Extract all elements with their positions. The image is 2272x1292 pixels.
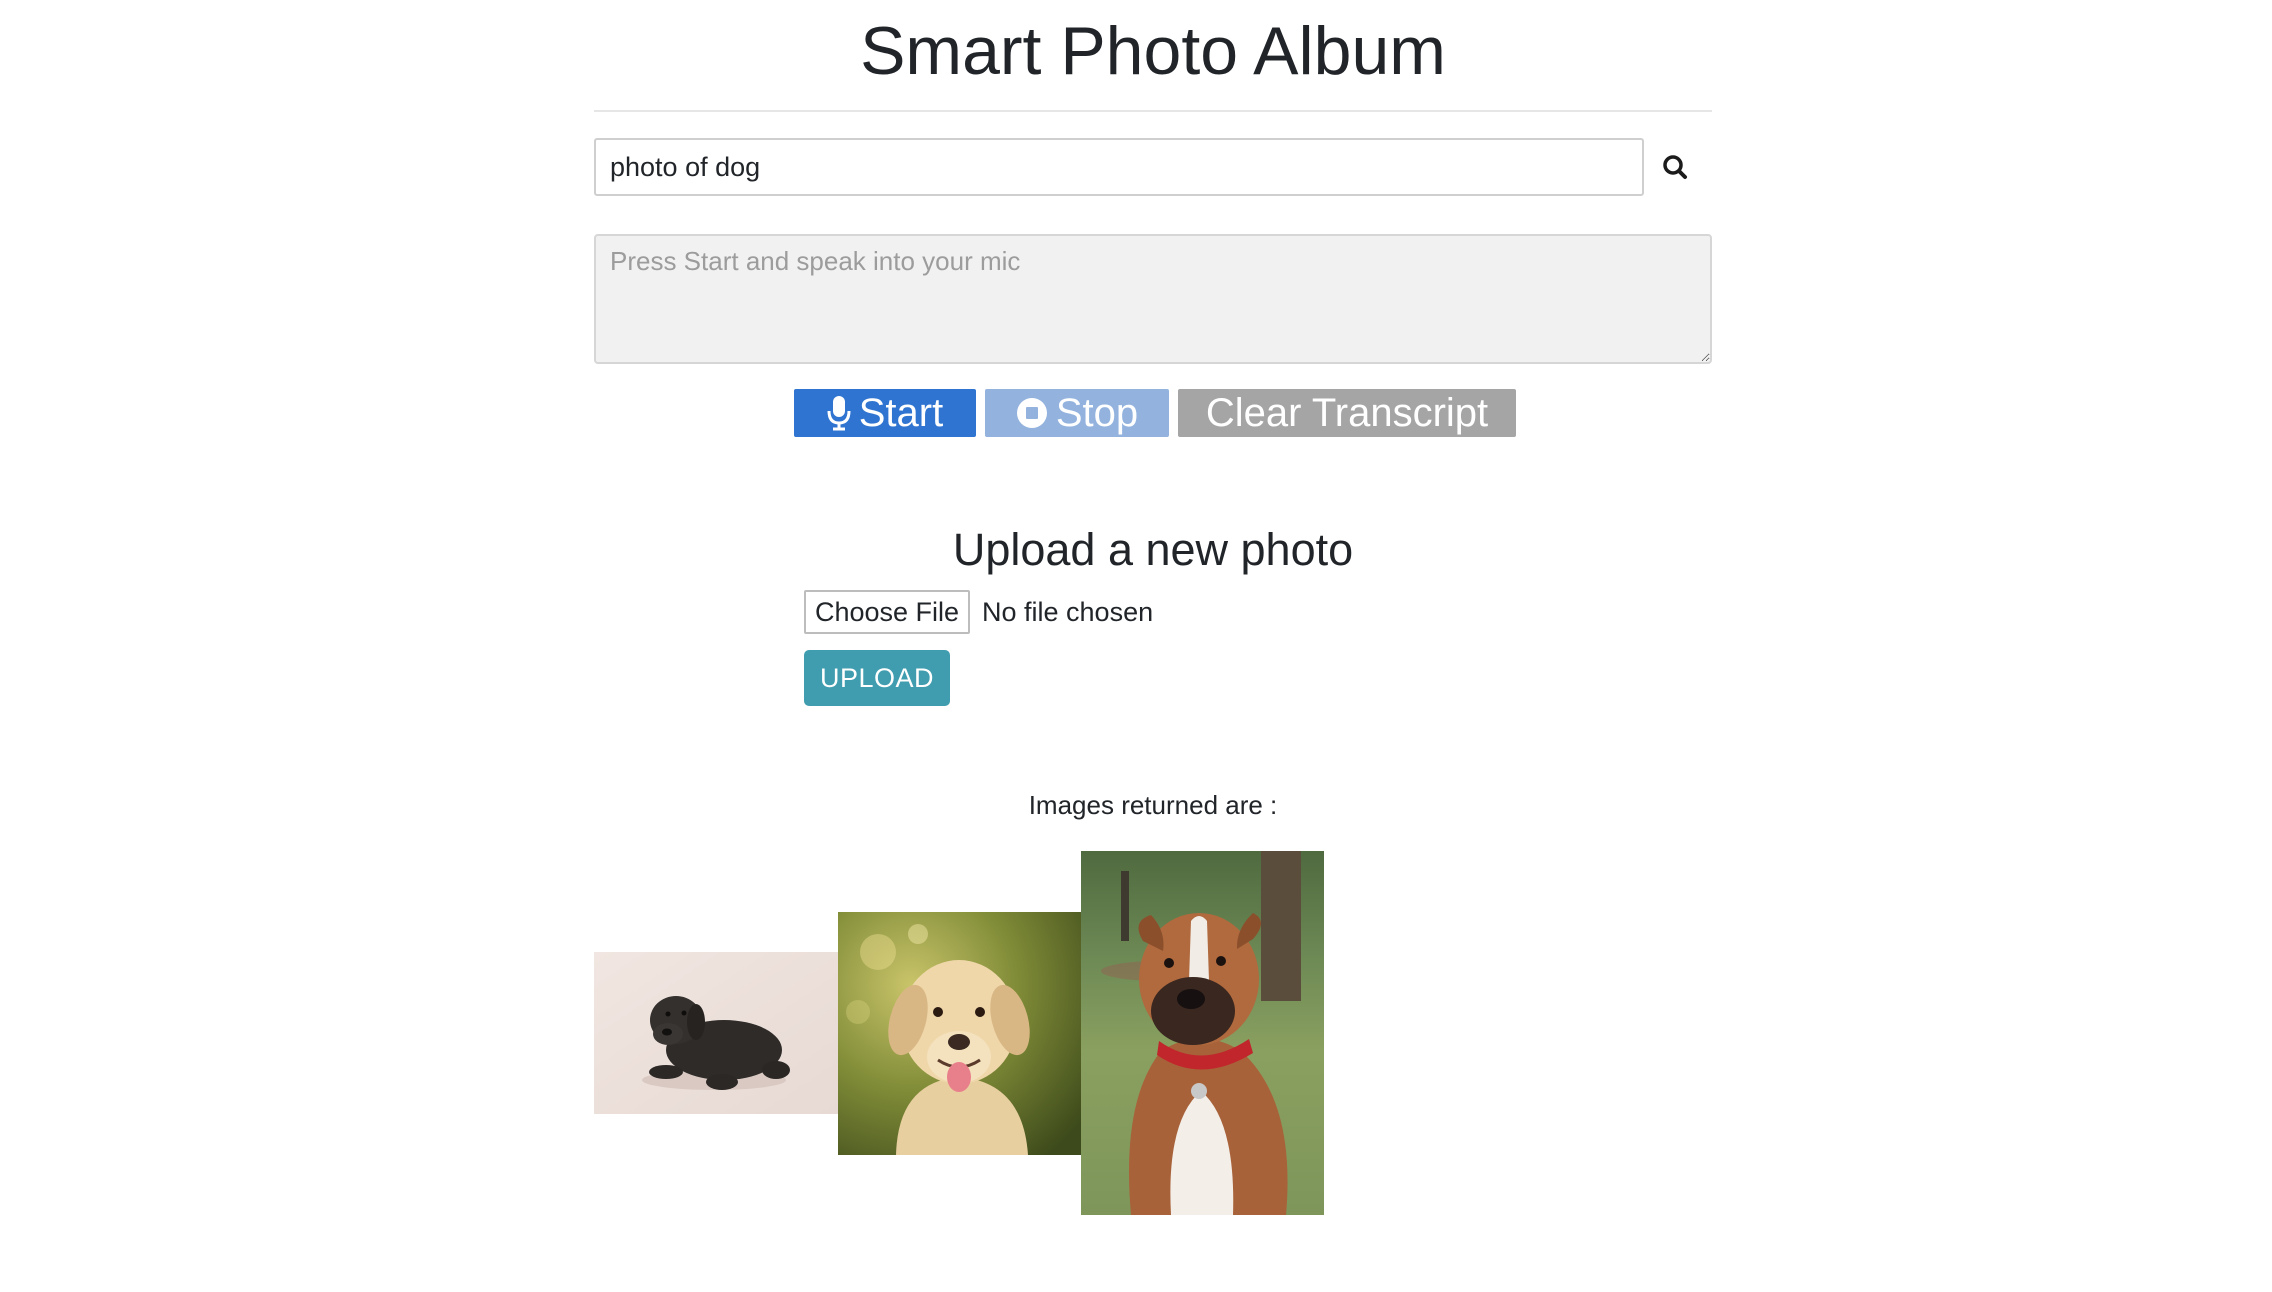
transcript-textarea[interactable] bbox=[594, 234, 1712, 364]
search-icon bbox=[1656, 148, 1696, 188]
result-image-yellow-labrador[interactable] bbox=[838, 912, 1081, 1155]
stop-circle-icon bbox=[1016, 397, 1048, 429]
app-container: Smart Photo Album Start bbox=[594, 0, 1712, 1292]
result-image-black-labrador[interactable] bbox=[594, 952, 838, 1114]
start-button[interactable]: Start bbox=[794, 389, 976, 437]
upload-heading: Upload a new photo bbox=[952, 524, 1354, 575]
choose-file-button[interactable]: Choose File bbox=[804, 590, 970, 634]
header-divider bbox=[594, 110, 1712, 112]
microphone-icon bbox=[827, 395, 851, 431]
search-input[interactable] bbox=[594, 138, 1644, 196]
search-button[interactable] bbox=[1656, 148, 1696, 188]
file-status-text: No file chosen bbox=[982, 597, 1154, 627]
result-image-boxer[interactable] bbox=[1081, 851, 1324, 1215]
stop-button-label: Stop bbox=[1055, 391, 1139, 435]
upload-button[interactable]: UPLOAD bbox=[804, 650, 950, 706]
clear-transcript-button[interactable]: Clear Transcript bbox=[1178, 389, 1516, 437]
start-button-label: Start bbox=[858, 391, 944, 435]
results-label: Images returned are : bbox=[1028, 790, 1278, 820]
page-title: Smart Photo Album bbox=[860, 13, 1446, 89]
stop-button[interactable]: Stop bbox=[985, 389, 1169, 437]
